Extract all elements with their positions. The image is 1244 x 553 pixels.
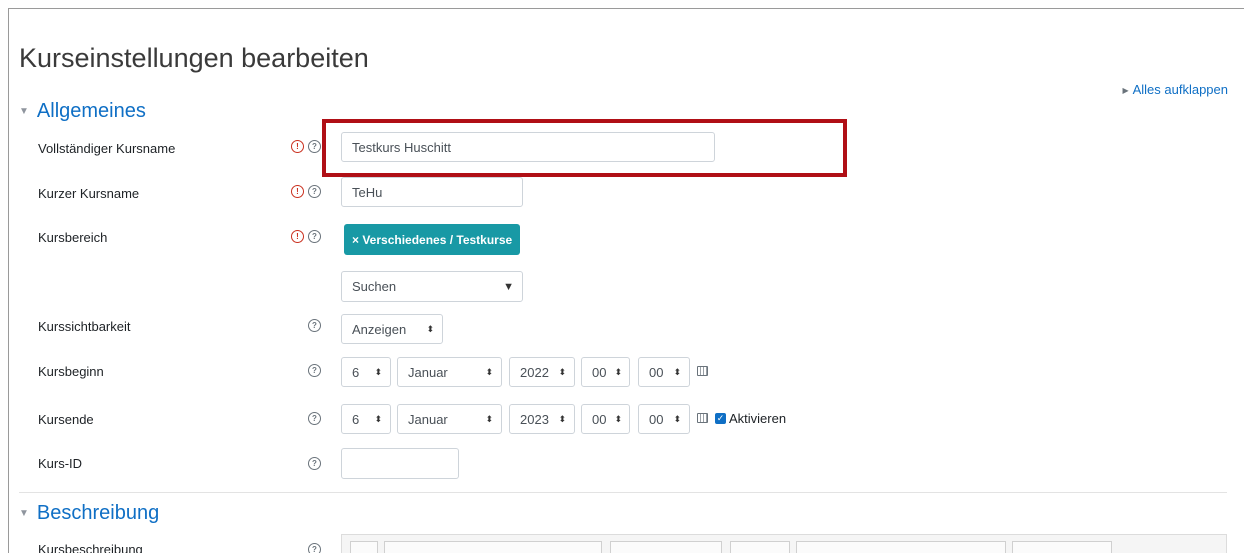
expand-all-label: Alles aufklappen xyxy=(1132,82,1228,97)
section-general-header[interactable]: ▼ Allgemeines xyxy=(19,100,146,123)
fullname-input[interactable]: Testkurs Huschitt xyxy=(341,132,715,162)
select-arrows-icon: ⬍ xyxy=(558,413,566,424)
summary-label: Kursbeschreibung xyxy=(38,542,143,553)
section-description-header[interactable]: ▼ Beschreibung xyxy=(19,502,159,525)
select-arrows-icon: ⬍ xyxy=(614,413,623,424)
editor-toolbar-group[interactable] xyxy=(1012,541,1112,553)
startdate-day-select[interactable]: 6 ⬍ xyxy=(341,357,391,387)
startdate-label: Kursbeginn xyxy=(38,364,104,379)
editor-toolbar-group[interactable] xyxy=(610,541,722,553)
required-icon: ! xyxy=(291,140,304,153)
startdate-hour-select[interactable]: 00 ⬍ xyxy=(581,357,630,387)
select-arrows-icon: ⬍ xyxy=(374,413,382,424)
category-selected-badge[interactable]: × Verschiedenes / Testkurse xyxy=(344,224,521,255)
editor-toolbar-group[interactable] xyxy=(384,541,602,553)
startdate-year-value: 2022 xyxy=(520,364,549,380)
category-search-select[interactable]: Suchen ▼ xyxy=(341,271,523,302)
shortname-input[interactable]: TeHu xyxy=(341,177,523,207)
caret-down-icon: ▼ xyxy=(19,106,29,117)
editor-toolbar-button[interactable] xyxy=(350,541,378,553)
help-icon[interactable]: ? xyxy=(308,543,321,553)
visibility-select[interactable]: Anzeigen ⬍ xyxy=(341,314,443,344)
select-arrows-icon: ⬍ xyxy=(673,366,681,377)
enddate-month-value: Januar xyxy=(408,411,448,427)
startdate-minute-value: 00 xyxy=(649,364,664,380)
page-title: Kurseinstellungen bearbeiten xyxy=(19,43,369,73)
summary-editor-toolbar xyxy=(341,534,1227,553)
caret-down-icon: ▼ xyxy=(19,508,29,519)
enddate-hour-select[interactable]: 00 ⬍ xyxy=(581,404,630,434)
enddate-minute-value: 00 xyxy=(649,411,664,427)
startdate-month-value: Januar xyxy=(408,364,448,380)
help-icon[interactable]: ? xyxy=(308,185,321,198)
caret-right-icon: ▶ xyxy=(1122,86,1129,95)
select-arrows-icon: ⬍ xyxy=(426,323,434,334)
shortname-label: Kurzer Kursname xyxy=(38,186,140,201)
enddate-label: Kursende xyxy=(38,412,94,427)
startdate-minute-select[interactable]: 00 ⬍ xyxy=(638,357,690,387)
help-icon[interactable]: ? xyxy=(308,140,321,153)
help-icon[interactable]: ? xyxy=(308,364,321,377)
dropdown-arrow-icon: ▼ xyxy=(503,280,514,293)
calendar-icon[interactable] xyxy=(697,413,708,423)
startdate-month-select[interactable]: Januar ⬍ xyxy=(397,357,502,387)
enddate-enable-label: Aktivieren xyxy=(729,411,787,426)
expand-all-link[interactable]: ▶ Alles aufklappen xyxy=(1122,82,1228,97)
startdate-year-select[interactable]: 2022 ⬍ xyxy=(509,357,575,387)
required-icon: ! xyxy=(291,185,304,198)
course-settings-page: Kurseinstellungen bearbeiten ▶ Alles aufk… xyxy=(8,8,1244,553)
idnumber-label: Kurs-ID xyxy=(38,456,83,471)
select-arrows-icon: ⬍ xyxy=(614,366,623,377)
enddate-hour-value: 00 xyxy=(592,411,607,427)
section-general-title: Allgemeines xyxy=(36,100,146,122)
enddate-year-value: 2023 xyxy=(520,411,549,427)
category-search-placeholder: Suchen xyxy=(352,279,397,294)
editor-toolbar-group[interactable] xyxy=(796,541,1006,553)
section-divider xyxy=(19,492,1227,493)
startdate-hour-value: 00 xyxy=(592,364,607,380)
editor-toolbar-group[interactable] xyxy=(730,541,790,553)
calendar-icon[interactable] xyxy=(697,366,708,376)
enddate-day-select[interactable]: 6 ⬍ xyxy=(341,404,391,434)
select-arrows-icon: ⬍ xyxy=(485,413,493,424)
enddate-month-select[interactable]: Januar ⬍ xyxy=(397,404,502,434)
enddate-day-value: 6 xyxy=(352,411,360,427)
enddate-minute-select[interactable]: 00 ⬍ xyxy=(638,404,690,434)
fullname-label: Vollständiger Kursname xyxy=(38,141,176,156)
select-arrows-icon: ⬍ xyxy=(374,366,382,377)
category-label: Kursbereich xyxy=(38,230,108,245)
help-icon[interactable]: ? xyxy=(308,319,321,332)
visibility-value: Anzeigen xyxy=(352,321,407,337)
help-icon[interactable]: ? xyxy=(308,412,321,425)
help-icon[interactable]: ? xyxy=(308,457,321,470)
select-arrows-icon: ⬍ xyxy=(485,366,493,377)
required-icon: ! xyxy=(291,230,304,243)
select-arrows-icon: ⬍ xyxy=(673,413,681,424)
visibility-label: Kurssichtbarkeit xyxy=(38,319,131,334)
enddate-year-select[interactable]: 2023 ⬍ xyxy=(509,404,575,434)
idnumber-input[interactable] xyxy=(341,448,459,479)
section-description-title: Beschreibung xyxy=(36,502,160,524)
enddate-enable-checkbox[interactable]: ✓ xyxy=(715,413,726,424)
select-arrows-icon: ⬍ xyxy=(558,366,566,377)
help-icon[interactable]: ? xyxy=(308,230,321,243)
startdate-day-value: 6 xyxy=(352,364,360,380)
